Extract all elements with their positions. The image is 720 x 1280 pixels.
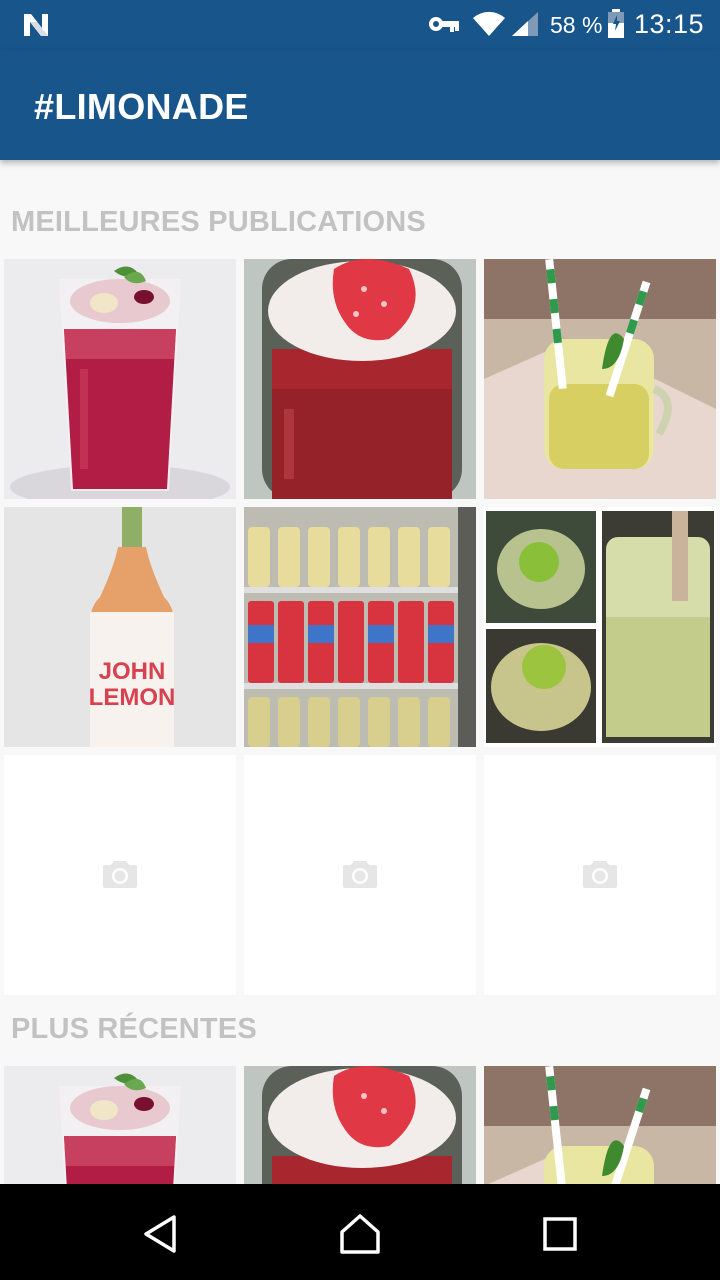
post-tile-yellow-lemonade[interactable] bbox=[484, 259, 716, 499]
status-bar: 58 % 13:15 bbox=[0, 0, 720, 50]
post-tile-john-lemon[interactable]: JOHN LEMON bbox=[4, 507, 236, 747]
app-bar: #LIMONADE bbox=[0, 50, 720, 160]
battery-icon bbox=[608, 9, 624, 38]
battery-percentage: 58 % bbox=[550, 12, 603, 38]
photo-red-lemonade bbox=[4, 1066, 236, 1184]
post-tile-placeholder[interactable] bbox=[484, 755, 716, 995]
camera-icon bbox=[103, 861, 137, 888]
cellular-signal-icon bbox=[512, 12, 538, 36]
system-navigation-bar bbox=[0, 1184, 720, 1280]
camera-icon bbox=[343, 861, 377, 888]
post-tile-herb-collage[interactable] bbox=[484, 507, 716, 747]
photo-strawberry-jar bbox=[244, 1066, 476, 1184]
section-heading-recent: PLUS RÉCENTES bbox=[11, 1013, 257, 1045]
post-tile-red-lemonade-recent[interactable] bbox=[4, 1066, 236, 1184]
back-icon[interactable] bbox=[138, 1212, 182, 1256]
photo-red-lemonade bbox=[4, 259, 236, 499]
recents-icon[interactable] bbox=[538, 1212, 582, 1256]
n-notification-icon bbox=[24, 14, 48, 36]
post-tile-placeholder[interactable] bbox=[4, 755, 236, 995]
post-tile-red-lemonade[interactable] bbox=[4, 259, 236, 499]
post-tile-strawberry-jar-recent[interactable] bbox=[244, 1066, 476, 1184]
wifi-icon bbox=[473, 11, 505, 37]
bottle-label-john: JOHN bbox=[99, 658, 166, 685]
post-tile-strawberry-jar[interactable] bbox=[244, 259, 476, 499]
bottle-label-lemon: LEMON bbox=[89, 684, 176, 711]
post-tile-placeholder[interactable] bbox=[244, 755, 476, 995]
vpn-key-icon bbox=[429, 17, 459, 32]
home-icon[interactable] bbox=[338, 1212, 382, 1256]
clock: 13:15 bbox=[634, 9, 705, 39]
photo-strawberry-jar bbox=[244, 259, 476, 499]
post-tile-fridge[interactable] bbox=[244, 507, 476, 747]
photo-fridge-bottles bbox=[244, 507, 476, 747]
camera-icon bbox=[583, 861, 617, 888]
page-title: #LIMONADE bbox=[34, 86, 249, 127]
photo-yellow-lemonade bbox=[484, 259, 716, 499]
section-heading-top-posts: MEILLEURES PUBLICATIONS bbox=[11, 206, 426, 238]
post-tile-yellow-lemonade-recent[interactable] bbox=[484, 1066, 716, 1184]
photo-herb-lemonade-collage bbox=[484, 507, 716, 747]
photo-john-lemon-bottle: JOHN LEMON bbox=[4, 507, 236, 747]
hashtag-feed[interactable]: MEILLEURES PUBLICATIONS JOHN LEMON PLUS … bbox=[0, 160, 720, 1184]
photo-yellow-lemonade bbox=[484, 1066, 716, 1184]
